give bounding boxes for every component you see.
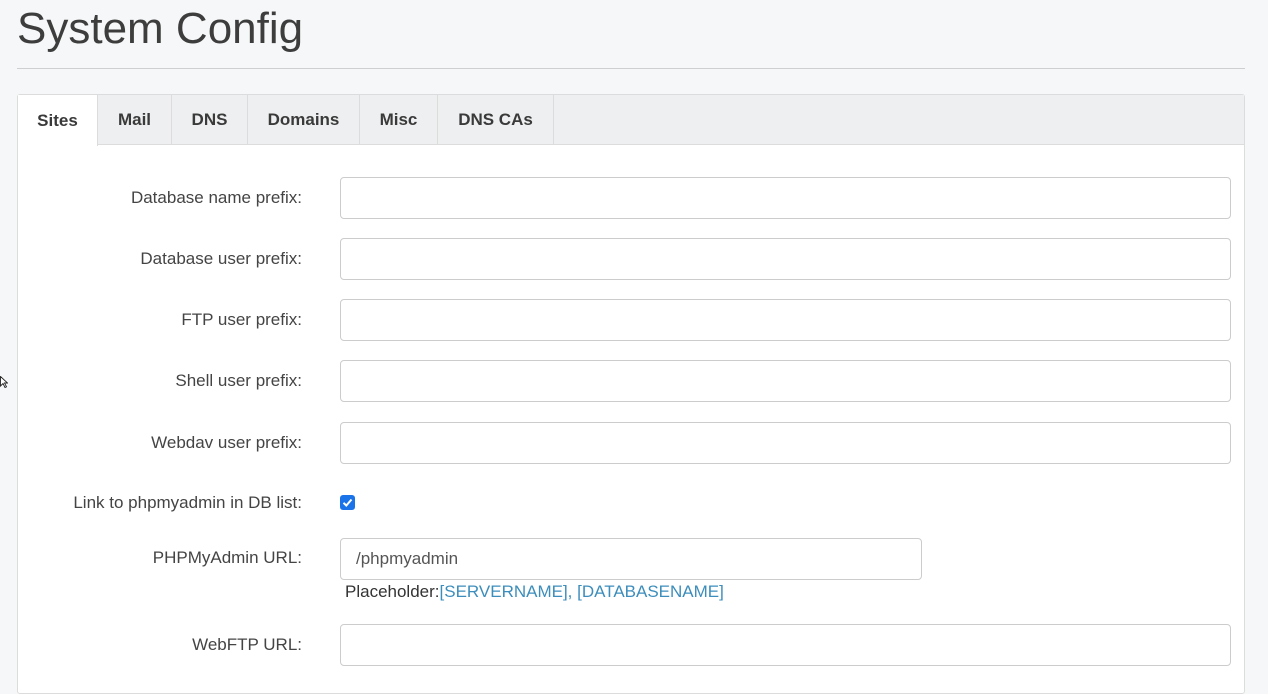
phpmyadmin-link-checkbox[interactable]	[340, 495, 355, 510]
ftp-user-prefix-label: FTP user prefix:	[181, 310, 302, 329]
db-name-prefix-input[interactable]	[340, 177, 1231, 219]
mouse-cursor-icon	[0, 376, 8, 388]
tab-domains[interactable]: Domains	[248, 95, 360, 145]
check-icon	[342, 498, 353, 507]
webftp-url-label: WebFTP URL:	[192, 635, 302, 654]
phpmyadmin-url-hint: Placeholder:[SERVERNAME], [DATABASENAME]	[345, 582, 724, 602]
hint-prefix: Placeholder:	[345, 582, 440, 601]
shell-user-prefix-input[interactable]	[340, 360, 1231, 402]
shell-user-prefix-label: Shell user prefix:	[175, 371, 302, 390]
title-divider	[17, 68, 1245, 69]
tab-misc[interactable]: Misc	[360, 95, 438, 145]
config-panel: Sites Mail DNS Domains Misc DNS CAs Data…	[17, 94, 1245, 694]
db-user-prefix-input[interactable]	[340, 238, 1231, 280]
phpmyadmin-url-label: PHPMyAdmin URL:	[152, 548, 302, 567]
tab-sites[interactable]: Sites	[18, 95, 98, 146]
tab-bar: Sites Mail DNS Domains Misc DNS CAs	[18, 95, 1244, 146]
tab-dns-cas[interactable]: DNS CAs	[438, 95, 554, 145]
tab-mail[interactable]: Mail	[98, 95, 172, 145]
webdav-user-prefix-input[interactable]	[340, 422, 1231, 464]
webdav-user-prefix-label: Webdav user prefix:	[151, 433, 302, 452]
db-name-prefix-label: Database name prefix:	[130, 188, 302, 207]
tab-dns[interactable]: DNS	[172, 95, 248, 145]
page-title: System Config	[17, 4, 304, 53]
hint-placeholders: [SERVERNAME], [DATABASENAME]	[439, 582, 724, 601]
phpmyadmin-link-label: Link to phpmyadmin in DB list:	[73, 493, 302, 512]
phpmyadmin-url-input[interactable]	[340, 538, 922, 580]
db-user-prefix-label: Database user prefix:	[140, 249, 302, 268]
ftp-user-prefix-input[interactable]	[340, 299, 1231, 341]
webftp-url-input[interactable]	[340, 624, 1231, 666]
